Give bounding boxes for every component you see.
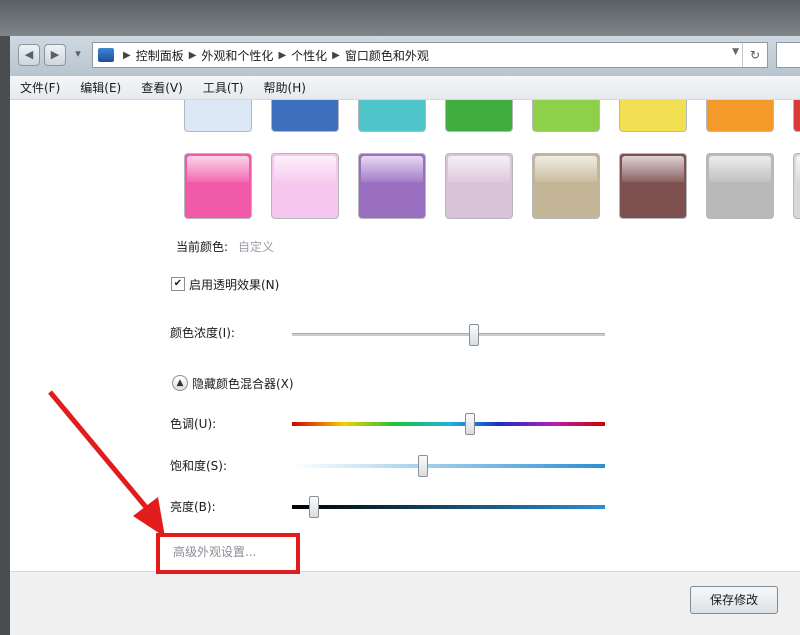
- breadcrumb-window-color[interactable]: 窗口颜色和外观: [345, 47, 429, 64]
- color-swatch[interactable]: [184, 100, 252, 132]
- transparency-label: 启用透明效果(N): [189, 278, 280, 292]
- forward-button[interactable]: ▶: [44, 44, 66, 66]
- menu-help[interactable]: 帮助(H): [264, 79, 306, 96]
- current-color-value: 自定义: [238, 240, 275, 254]
- hue-track[interactable]: [292, 422, 605, 426]
- dropdown-icon[interactable]: ▼: [732, 47, 739, 57]
- current-color-label: 当前颜色:: [176, 240, 229, 254]
- color-swatch[interactable]: [271, 153, 339, 219]
- chevron-right-icon: ▶: [188, 49, 197, 61]
- check-icon: ✔: [173, 278, 183, 289]
- menu-view[interactable]: 查看(V): [141, 79, 183, 96]
- color-swatch[interactable]: [706, 100, 774, 132]
- color-swatch[interactable]: [532, 100, 600, 132]
- background-strip: [0, 0, 800, 36]
- color-swatch[interactable]: [358, 100, 426, 132]
- chevron-right-icon: ▶: [332, 49, 340, 61]
- color-swatch[interactable]: [184, 153, 252, 219]
- menu-edit[interactable]: 编辑(E): [80, 79, 121, 96]
- brightness-slider[interactable]: [308, 496, 319, 518]
- hue-slider[interactable]: [465, 413, 476, 435]
- chevron-right-icon: ▶: [123, 49, 131, 61]
- address-field[interactable]: ▶ 控制面板 ▶ 外观和个性化 ▶ 个性化 ▶ 窗口颜色和外观 ▼ ↻: [92, 42, 768, 68]
- saturation-track[interactable]: [292, 464, 605, 468]
- breadcrumb-appearance[interactable]: 外观和个性化: [201, 47, 273, 64]
- color-swatch[interactable]: [532, 153, 600, 219]
- collapse-icon[interactable]: ▲: [172, 375, 188, 391]
- window: ◀ ▶ ▾ ▶ 控制面板 ▶ 外观和个性化 ▶ 个性化 ▶ 窗口颜色和外观 ▼ …: [10, 36, 800, 635]
- color-intensity-track[interactable]: [292, 333, 605, 336]
- address-bar-area: ◀ ▶ ▾ ▶ 控制面板 ▶ 外观和个性化 ▶ 个性化 ▶ 窗口颜色和外观 ▼ …: [10, 36, 800, 76]
- color-mixer-toggle[interactable]: 隐藏颜色混合器(X): [192, 375, 294, 392]
- chevron-right-icon: ▶: [278, 49, 287, 61]
- breadcrumb-personalization[interactable]: 个性化: [291, 47, 327, 64]
- color-intensity-slider[interactable]: [468, 324, 479, 346]
- color-swatch[interactable]: [445, 153, 513, 219]
- content-pane: 当前颜色: 自定义 ✔ 启用透明效果(N) 颜色浓度(I): ▲ 隐藏颜色混合器…: [10, 100, 800, 571]
- color-swatch[interactable]: [445, 100, 513, 132]
- color-swatch[interactable]: [619, 100, 687, 132]
- saturation-label: 饱和度(S):: [170, 459, 228, 473]
- highlight-box: [156, 533, 300, 574]
- color-swatch[interactable]: [706, 153, 774, 219]
- search-input[interactable]: [776, 42, 800, 68]
- color-swatch[interactable]: [793, 100, 800, 132]
- menu-bar: 文件(F) 编辑(E) 查看(V) 工具(T) 帮助(H): [10, 76, 800, 100]
- transparency-checkbox[interactable]: ✔: [171, 277, 185, 291]
- color-swatch[interactable]: [793, 153, 800, 219]
- recent-pages-icon[interactable]: ▾: [70, 44, 86, 66]
- menu-tools[interactable]: 工具(T): [203, 79, 244, 96]
- saturation-slider[interactable]: [418, 455, 429, 477]
- back-button[interactable]: ◀: [18, 44, 40, 66]
- refresh-icon[interactable]: ↻: [742, 43, 767, 67]
- brightness-label: 亮度(B):: [170, 500, 216, 514]
- brightness-track[interactable]: [292, 505, 605, 509]
- breadcrumb-control-panel[interactable]: 控制面板: [136, 47, 184, 64]
- control-panel-icon: [98, 48, 114, 62]
- save-changes-button[interactable]: 保存修改: [690, 586, 778, 614]
- color-intensity-label: 颜色浓度(I):: [170, 326, 235, 340]
- color-swatch[interactable]: [619, 153, 687, 219]
- hue-label: 色调(U):: [170, 417, 217, 431]
- color-swatch[interactable]: [358, 153, 426, 219]
- footer: 保存修改: [10, 571, 800, 635]
- menu-file[interactable]: 文件(F): [20, 79, 60, 96]
- color-swatch[interactable]: [271, 100, 339, 132]
